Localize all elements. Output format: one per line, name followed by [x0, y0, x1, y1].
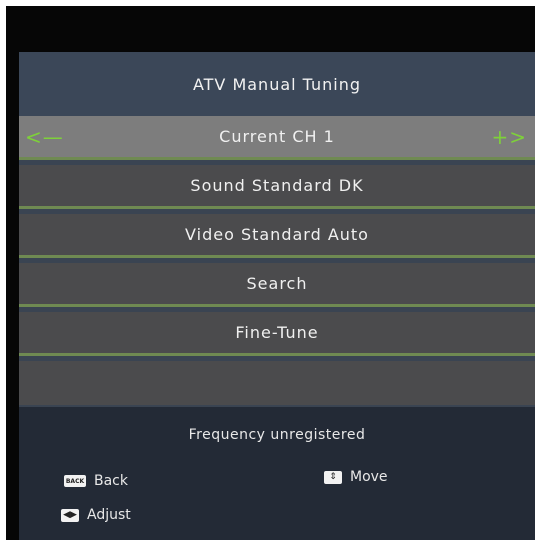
back-hint[interactable]: BACK Back — [64, 473, 128, 489]
menu-item-sound-standard[interactable]: Sound Standard DK — [19, 165, 535, 209]
menu-item-label: Search — [246, 274, 308, 293]
left-right-key-icon: ◀▶ — [61, 508, 79, 522]
hint-label: Back — [94, 473, 128, 489]
menu-item-video-standard[interactable]: Video Standard Auto — [19, 214, 535, 258]
menu-item-search[interactable]: Search — [19, 263, 535, 307]
menu-title: ATV Manual Tuning — [19, 52, 535, 116]
menu-item-label: Video Standard Auto — [185, 225, 369, 244]
status-text: Frequency unregistered — [188, 427, 366, 443]
menu-item-label: Current CH 1 — [219, 127, 335, 146]
hint-label: Adjust — [87, 507, 131, 523]
menu-item-current-channel[interactable]: <— Current CH 1 +> — [19, 116, 535, 160]
menu-item-label: Sound Standard DK — [190, 176, 364, 195]
footer-hints: Frequency unregistered BACK Back ⇕ Move … — [19, 407, 535, 540]
menu-item-label: Fine-Tune — [235, 323, 319, 342]
up-down-key-icon: ⇕ — [324, 470, 342, 484]
back-key-icon: BACK — [64, 475, 86, 487]
hint-label: Move — [350, 469, 388, 485]
adjust-hint[interactable]: ◀▶ Adjust — [61, 507, 131, 523]
move-hint[interactable]: ⇕ Move — [324, 469, 388, 485]
atv-manual-tuning-panel: ATV Manual Tuning <— Current CH 1 +> Sou… — [19, 52, 535, 540]
decrease-arrow-icon[interactable]: <— — [25, 116, 64, 157]
menu-item-fine-tune[interactable]: Fine-Tune — [19, 312, 535, 356]
menu-item-empty — [19, 361, 535, 405]
increase-arrow-icon[interactable]: +> — [491, 116, 527, 157]
